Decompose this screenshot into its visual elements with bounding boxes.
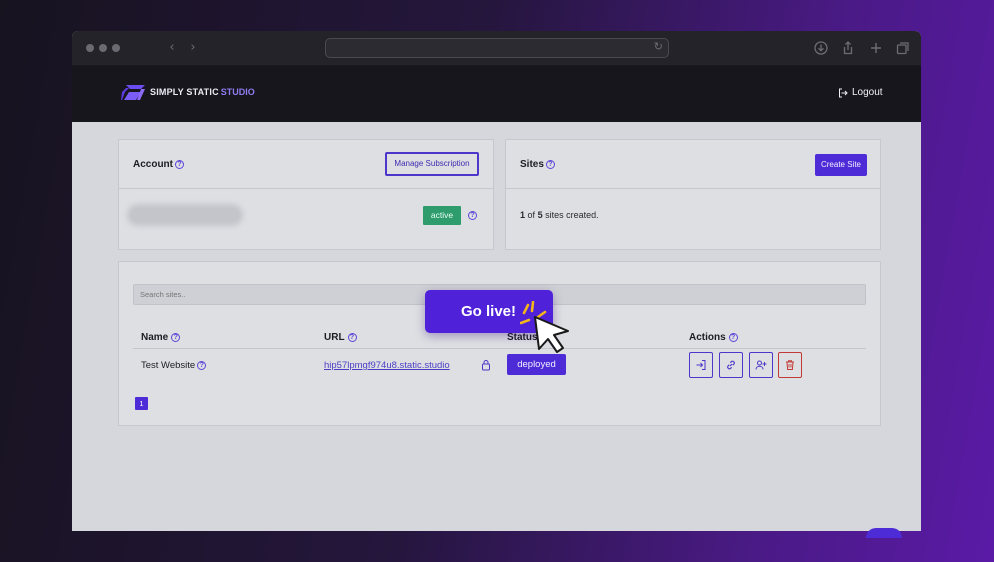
column-header-actions-text: Actions [689, 332, 726, 343]
account-card-header: Account ? Manage Subscription [119, 140, 493, 189]
app-header: SIMPLY STATIC STUDIO Logout [72, 66, 921, 122]
trash-icon [786, 360, 794, 370]
sites-count-suffix: sites created. [545, 210, 599, 220]
copy-link-button[interactable] [719, 352, 743, 378]
pointer-cursor-icon [520, 301, 576, 353]
account-title-text: Account [133, 159, 173, 170]
manage-subscription-button[interactable]: Manage Subscription [385, 152, 479, 176]
account-card: Account ? Manage Subscription active ? [118, 139, 494, 250]
sites-count-text: 1 of 5 sites created. [520, 210, 599, 220]
new-tab-icon[interactable] [868, 40, 884, 56]
help-icon[interactable]: ? [197, 361, 207, 370]
logout-icon [839, 88, 848, 97]
help-icon[interactable]: ? [171, 333, 181, 342]
logout-label: Logout [852, 87, 883, 98]
sites-title: Sites ? [520, 159, 555, 170]
column-header-url: URL ? [324, 332, 357, 343]
delete-site-button[interactable] [778, 352, 802, 378]
window-zoom-dot[interactable] [112, 44, 120, 52]
site-status-badge: deployed [507, 354, 566, 375]
reload-icon[interactable]: ↻ [654, 40, 663, 53]
help-icon[interactable]: ? [728, 333, 738, 342]
create-site-button[interactable]: Create Site [815, 154, 867, 176]
table-header-divider [133, 348, 866, 349]
brand-logo[interactable]: SIMPLY STATIC STUDIO [120, 83, 255, 101]
chat-widget-button[interactable] [866, 528, 902, 538]
pagination-page-1[interactable]: 1 [135, 397, 148, 410]
download-icon[interactable] [813, 40, 829, 56]
account-title: Account ? [133, 159, 184, 170]
site-name: Test Website [141, 360, 196, 371]
help-icon[interactable]: ? [545, 160, 555, 169]
brand-mark-icon [121, 84, 145, 100]
sites-card-header: Sites ? Create Site [506, 140, 880, 189]
brand-accent: STUDIO [220, 87, 255, 97]
logout-button[interactable]: Logout [838, 87, 883, 98]
lock-icon[interactable] [481, 359, 491, 371]
chevron-left-icon[interactable]: ‹ [165, 40, 179, 56]
column-header-actions: Actions ? [689, 332, 738, 343]
account-email-redacted [131, 208, 239, 222]
account-status-badge: active [423, 206, 461, 225]
sites-count-of: of [527, 210, 536, 220]
help-icon[interactable]: ? [175, 160, 184, 169]
login-site-button[interactable] [689, 352, 713, 378]
share-icon[interactable] [840, 40, 856, 56]
column-header-name-text: Name [141, 332, 169, 343]
browser-window: ‹ › ↻ SIMPLY STATIC STUDIO Logout Accoun… [72, 31, 921, 531]
link-icon [727, 360, 735, 370]
sites-card: Sites ? Create Site 1 of 5 sites created… [505, 139, 881, 250]
sites-count-used: 1 [520, 210, 526, 220]
add-user-icon [755, 360, 767, 370]
brand-name: SIMPLY STATIC [150, 87, 219, 97]
column-header-name: Name ? [141, 332, 181, 343]
sign-in-icon [696, 360, 706, 370]
help-icon[interactable]: ? [468, 211, 477, 220]
add-user-button[interactable] [749, 352, 773, 378]
table-row: Test Website ? [141, 360, 207, 371]
site-url-link[interactable]: hip57lpmgf974u8.static.studio [324, 360, 450, 371]
chevron-right-icon[interactable]: › [186, 40, 200, 56]
window-minimize-dot[interactable] [99, 44, 107, 52]
sites-title-text: Sites [520, 159, 544, 170]
tabs-overview-icon[interactable] [895, 40, 911, 56]
window-close-dot[interactable] [86, 44, 94, 52]
help-icon[interactable]: ? [347, 333, 357, 342]
sites-table-card: Name ? URL ? Status Actions ? Test Websi… [118, 261, 881, 426]
sites-count-total: 5 [537, 210, 543, 220]
column-header-url-text: URL [324, 332, 345, 343]
browser-chrome: ‹ › ↻ [72, 31, 921, 66]
address-bar[interactable]: ↻ [325, 38, 669, 58]
